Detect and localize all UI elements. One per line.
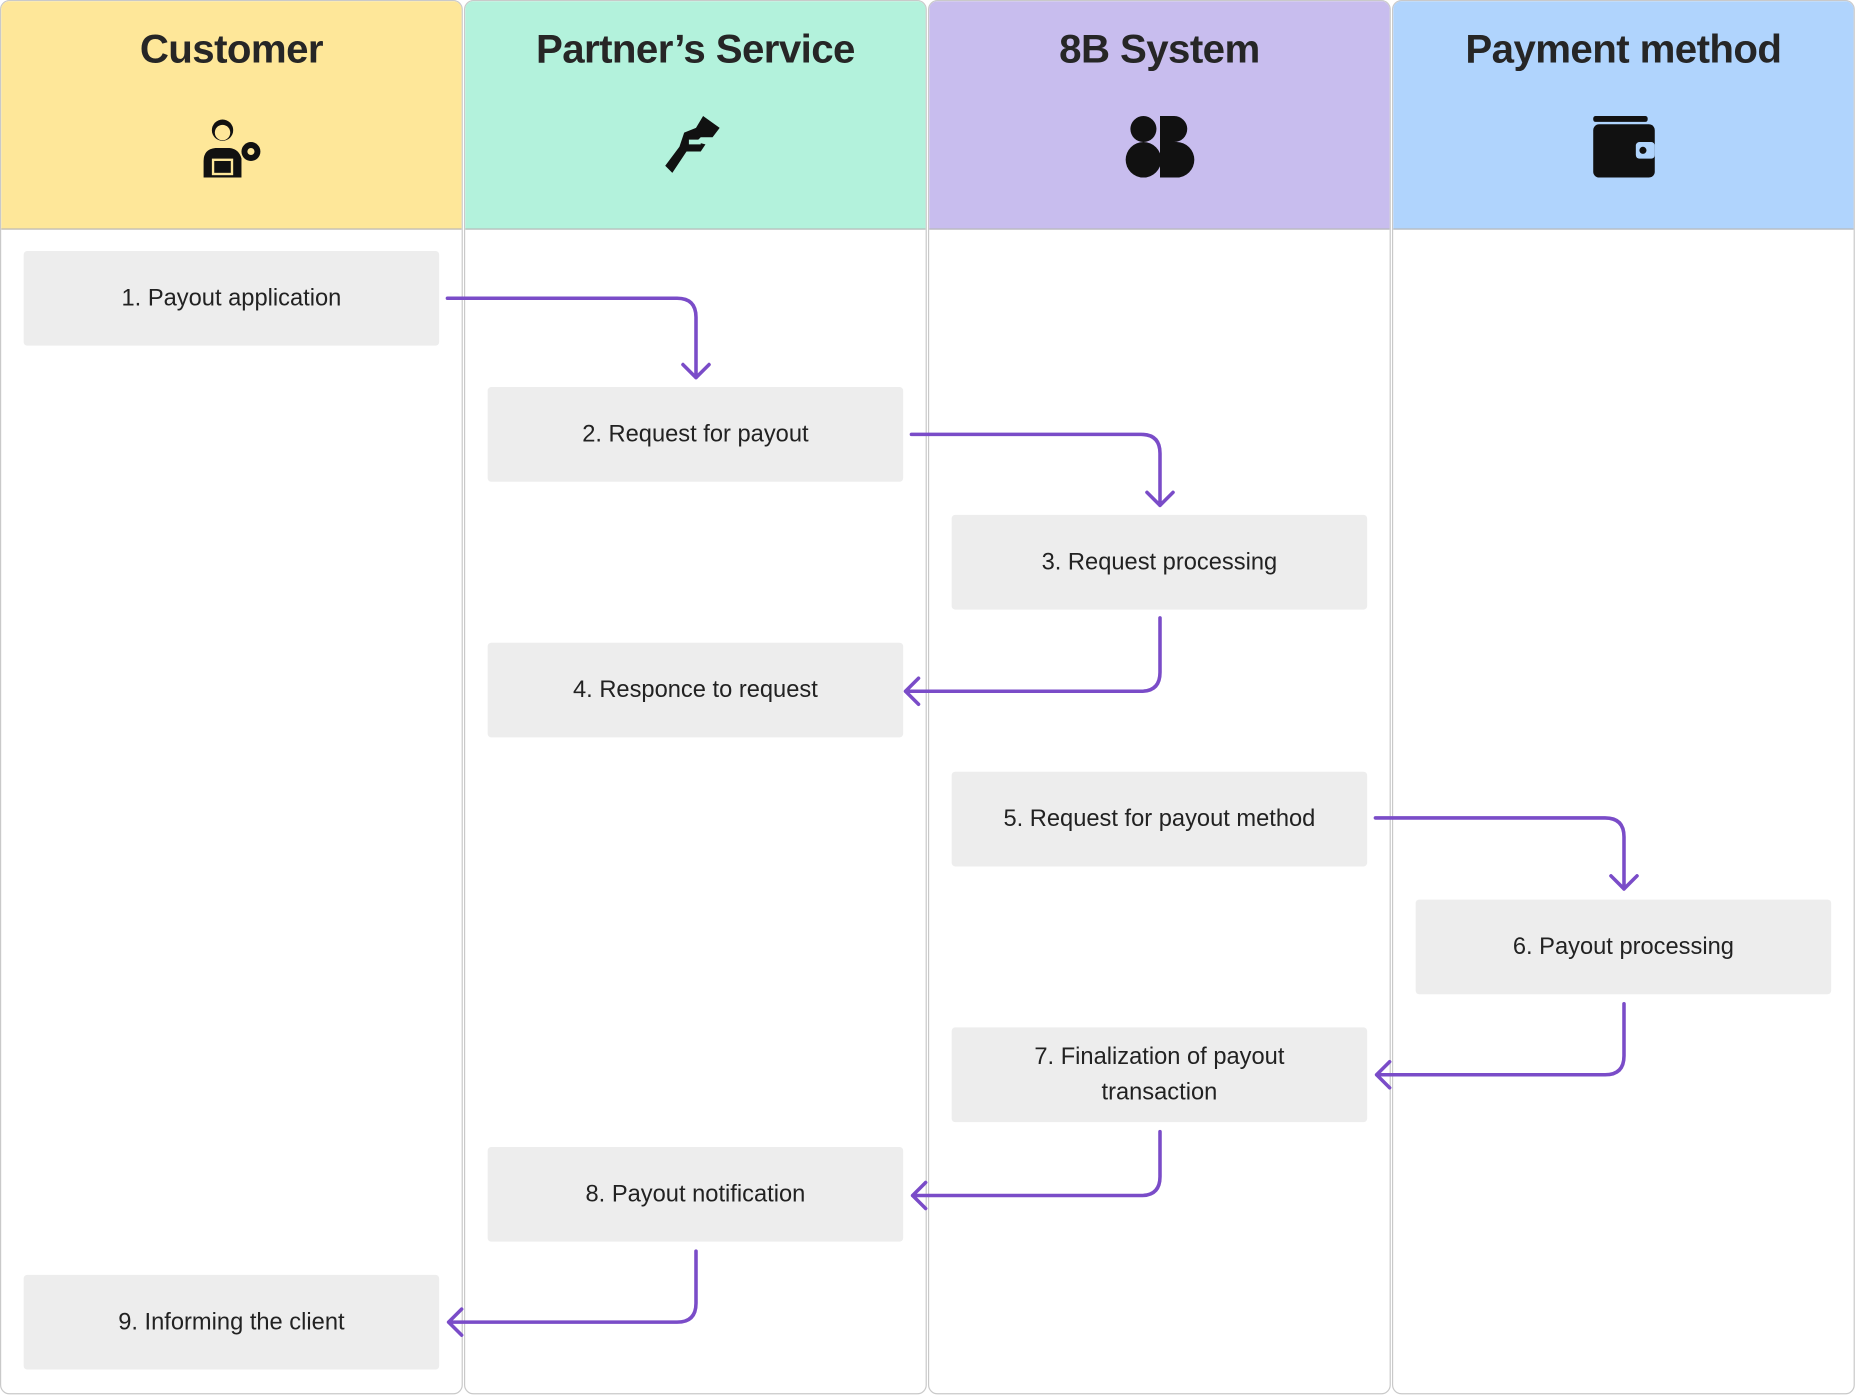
lane-title: Partner’s Service <box>535 27 855 73</box>
lane-header-customer: Customer <box>1 1 462 230</box>
step-6: 6. Payout processing <box>1415 899 1832 995</box>
lane-payment-method: Payment method <box>1391 0 1855 1395</box>
step-1: 1. Payout application <box>23 250 440 346</box>
lane-header-payment-method: Payment method <box>1393 1 1854 230</box>
lane-header-partners-service: Partner’s Service <box>465 1 926 230</box>
step-5: 5. Request for payout method <box>951 771 1368 867</box>
customer-support-icon <box>202 119 260 178</box>
step-7: 7. Finalization of payout transaction <box>951 1027 1368 1123</box>
handshake-icon <box>664 115 720 173</box>
lane-title: Payment method <box>1465 27 1782 73</box>
wallet-icon <box>1592 115 1655 178</box>
payout-flow-diagram: Customer Partner’s Service 8B System Pay… <box>0 0 1856 1397</box>
lane-title: Customer <box>139 27 324 73</box>
step-4: 4. Responce to request <box>487 642 904 738</box>
8b-logo-icon <box>1125 115 1194 178</box>
step-9: 9. Informing the client <box>23 1274 440 1370</box>
lane-title: 8B System <box>1059 27 1260 73</box>
step-8: 8. Payout notification <box>487 1146 904 1242</box>
step-3: 3. Request processing <box>951 514 1368 610</box>
step-2: 2. Request for payout <box>487 387 904 482</box>
lane-8b-system: 8B System <box>927 0 1391 1395</box>
lane-customer: Customer <box>0 0 463 1395</box>
lane-header-8b-system: 8B System <box>929 1 1390 230</box>
